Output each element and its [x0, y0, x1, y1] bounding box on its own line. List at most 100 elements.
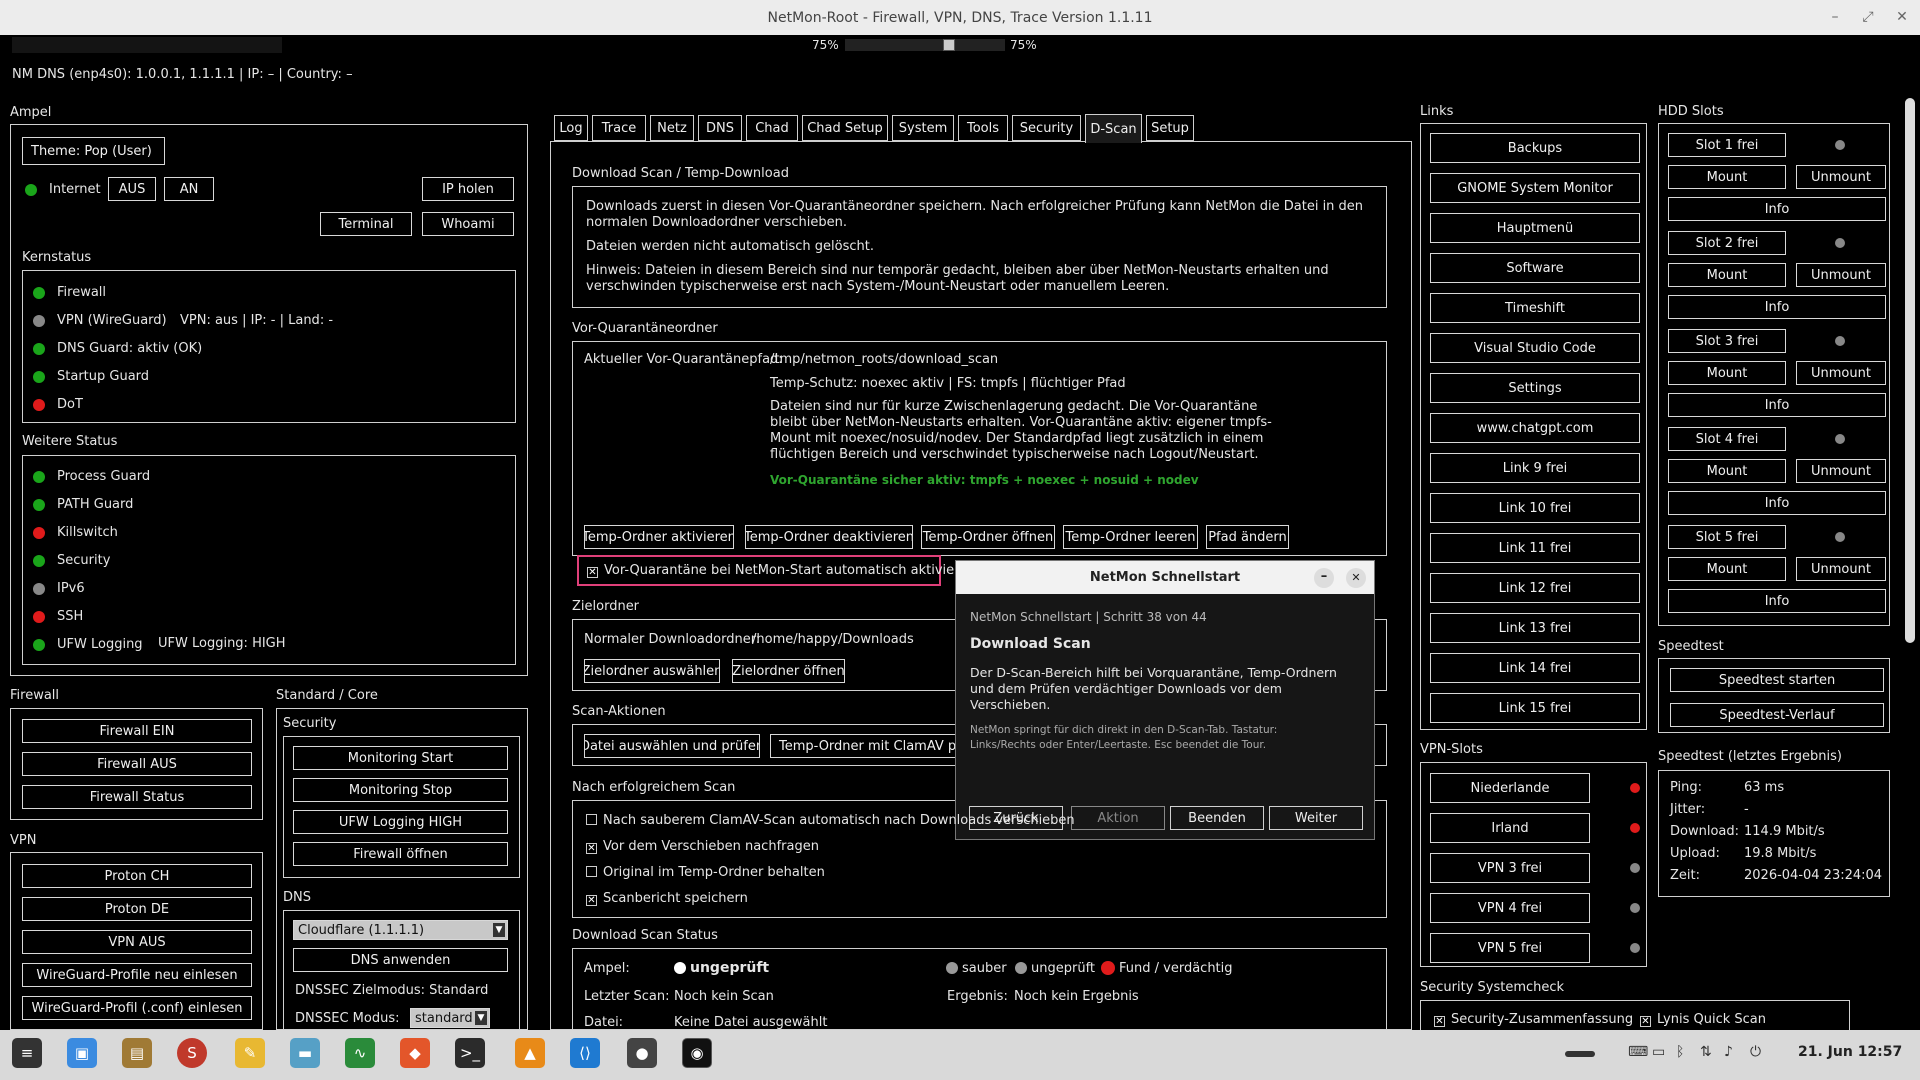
firewall-button[interactable]: Firewall EIN	[22, 719, 252, 743]
temp-folder-button[interactable]: Temp-Ordner leeren	[1063, 525, 1198, 549]
internet-an-button[interactable]: AN	[164, 177, 214, 201]
terminal-icon[interactable]: >_	[455, 1038, 485, 1068]
link-button[interactable]: www.chatgpt.com	[1430, 413, 1640, 443]
select-target-folder-button[interactable]: Zielordner auswählen	[584, 659, 720, 683]
link-button[interactable]: Software	[1430, 253, 1640, 283]
close-icon[interactable]: ✕	[1892, 7, 1912, 27]
vpn-button[interactable]: Proton CH	[22, 864, 252, 888]
hdd-mount-button[interactable]: Mount	[1668, 165, 1786, 189]
vpn-slot-button[interactable]: VPN 3 frei	[1430, 853, 1590, 883]
tab-chad[interactable]: Chad	[746, 115, 798, 141]
dialog-next-button[interactable]: Weiter	[1269, 806, 1363, 830]
hdd-mount-button[interactable]: Mount	[1668, 557, 1786, 581]
link-button[interactable]: Settings	[1430, 373, 1640, 403]
hdd-mount-button[interactable]: Mount	[1668, 361, 1786, 385]
link-button[interactable]: Visual Studio Code	[1430, 333, 1640, 363]
tab-log[interactable]: Log	[554, 115, 588, 141]
zoom-slider[interactable]	[845, 39, 1005, 51]
tab-trace[interactable]: Trace	[592, 115, 646, 141]
after-scan-checkbox[interactable]: ✕	[586, 843, 597, 854]
bluetooth-icon[interactable]: ᛒ	[1676, 1044, 1684, 1060]
vpn-button[interactable]: WireGuard-Profil (.conf) einlesen	[22, 996, 252, 1020]
vpn-slot-button[interactable]: Niederlande	[1430, 773, 1590, 803]
select-file-scan-button[interactable]: Datei auswählen und prüfen	[584, 734, 760, 758]
firewall-button[interactable]: Firewall Status	[22, 785, 252, 809]
keyboard-layout-icon[interactable]: ⌨	[1628, 1044, 1648, 1060]
speedtest-start-button[interactable]: Speedtest starten	[1670, 668, 1884, 692]
syscheck-checkbox[interactable]: ✕	[1434, 1016, 1445, 1027]
hdd-slot-button[interactable]: Slot 3 frei	[1668, 329, 1786, 353]
dialog-minimize-icon[interactable]: –	[1314, 568, 1334, 588]
hdd-info-button[interactable]: Info	[1668, 491, 1886, 515]
tab-d-scan[interactable]: D-Scan	[1085, 114, 1142, 143]
link-button[interactable]: Link 11 frei	[1430, 533, 1640, 563]
hdd-unmount-button[interactable]: Unmount	[1796, 557, 1886, 581]
tab-setup[interactable]: Setup	[1146, 115, 1194, 141]
temp-folder-button[interactable]: Temp-Ordner aktivieren	[584, 525, 734, 549]
hdd-mount-button[interactable]: Mount	[1668, 459, 1786, 483]
hdd-info-button[interactable]: Info	[1668, 295, 1886, 319]
vpn-button[interactable]: WireGuard-Profile neu einlesen	[22, 963, 252, 987]
tab-security[interactable]: Security	[1012, 115, 1081, 141]
vpn-button[interactable]: VPN AUS	[22, 930, 252, 954]
link-button[interactable]: Backups	[1430, 133, 1640, 163]
temp-folder-button[interactable]: Temp-Ordner deaktivieren	[745, 525, 913, 549]
vlc-icon[interactable]: ▲	[515, 1038, 545, 1068]
clamav-temp-scan-button[interactable]: Temp-Ordner mit ClamAV prüfen	[770, 734, 960, 758]
syscheck-checkbox[interactable]: ✕	[1640, 1016, 1651, 1027]
vpn-slot-button[interactable]: VPN 5 frei	[1430, 933, 1590, 963]
security-action-button[interactable]: UFW Logging HIGH	[293, 810, 508, 834]
speaker-icon[interactable]: ♪	[1724, 1044, 1733, 1060]
hdd-info-button[interactable]: Info	[1668, 393, 1886, 417]
link-button[interactable]: Timeshift	[1430, 293, 1640, 323]
link-button[interactable]: Link 10 frei	[1430, 493, 1640, 523]
power-icon[interactable]: ⏻	[1750, 1044, 1761, 1060]
auto-activate-checkbox-row[interactable]: ✕ Vor-Quarantäne bei NetMon-Start automat…	[577, 555, 975, 586]
link-button[interactable]: Link 9 frei	[1430, 453, 1640, 483]
speedtest-history-button[interactable]: Speedtest-Verlauf	[1670, 703, 1884, 727]
netmon-app-icon[interactable]: ◉	[682, 1038, 712, 1068]
after-scan-checkbox[interactable]: ✕	[586, 895, 597, 906]
clock[interactable]: 21. Jun 12:57	[1798, 1044, 1902, 1060]
after-scan-checkbox[interactable]	[586, 866, 597, 877]
hdd-slot-button[interactable]: Slot 2 frei	[1668, 231, 1786, 255]
penguin-app-icon[interactable]: ●	[627, 1038, 657, 1068]
security-app-icon[interactable]: S	[177, 1038, 207, 1068]
dnssec-mode-select[interactable]: standard ▼	[410, 1008, 490, 1028]
hdd-unmount-button[interactable]: Unmount	[1796, 361, 1886, 385]
vscode-icon[interactable]: ⟨⟩	[570, 1038, 600, 1068]
hdd-info-button[interactable]: Info	[1668, 589, 1886, 613]
security-action-button[interactable]: Monitoring Start	[293, 746, 508, 770]
tab-chad-setup[interactable]: Chad Setup	[802, 115, 888, 141]
files-icon[interactable]: ▤	[122, 1038, 152, 1068]
link-button[interactable]: Link 13 frei	[1430, 613, 1640, 643]
hdd-mount-button[interactable]: Mount	[1668, 263, 1786, 287]
hdd-unmount-button[interactable]: Unmount	[1796, 263, 1886, 287]
display-icon[interactable]: ▭	[1652, 1044, 1665, 1060]
after-scan-checkbox[interactable]	[586, 814, 597, 825]
link-button[interactable]: Hauptmenü	[1430, 213, 1640, 243]
temp-folder-button[interactable]: Temp-Ordner öffnen	[921, 525, 1055, 549]
link-button[interactable]: Link 14 frei	[1430, 653, 1640, 683]
security-action-button[interactable]: Monitoring Stop	[293, 778, 508, 802]
ip-holen-button[interactable]: IP holen	[422, 177, 514, 201]
hdd-slot-button[interactable]: Slot 1 frei	[1668, 133, 1786, 157]
system-monitor-icon[interactable]: ∿	[345, 1038, 375, 1068]
store-icon[interactable]: ▣	[67, 1038, 97, 1068]
hdd-unmount-button[interactable]: Unmount	[1796, 459, 1886, 483]
link-button[interactable]: GNOME System Monitor	[1430, 173, 1640, 203]
dialog-close-icon[interactable]: ✕	[1346, 568, 1366, 588]
auto-activate-checkbox[interactable]: ✕	[587, 567, 598, 578]
open-target-folder-button[interactable]: Zielordner öffnen	[732, 659, 845, 683]
hdd-unmount-button[interactable]: Unmount	[1796, 165, 1886, 189]
vpn-slot-button[interactable]: VPN 4 frei	[1430, 893, 1590, 923]
tab-dns[interactable]: DNS	[698, 115, 742, 141]
dialog-end-button[interactable]: Beenden	[1170, 806, 1264, 830]
text-editor-icon[interactable]: ✎	[235, 1038, 265, 1068]
maximize-icon[interactable]: ⤢	[1858, 7, 1878, 27]
window-scrollbar[interactable]	[1905, 98, 1915, 643]
dialog-action-button[interactable]: Aktion	[1071, 806, 1165, 830]
hdd-info-button[interactable]: Info	[1668, 197, 1886, 221]
vpn-button[interactable]: Proton DE	[22, 897, 252, 921]
tab-netz[interactable]: Netz	[650, 115, 694, 141]
